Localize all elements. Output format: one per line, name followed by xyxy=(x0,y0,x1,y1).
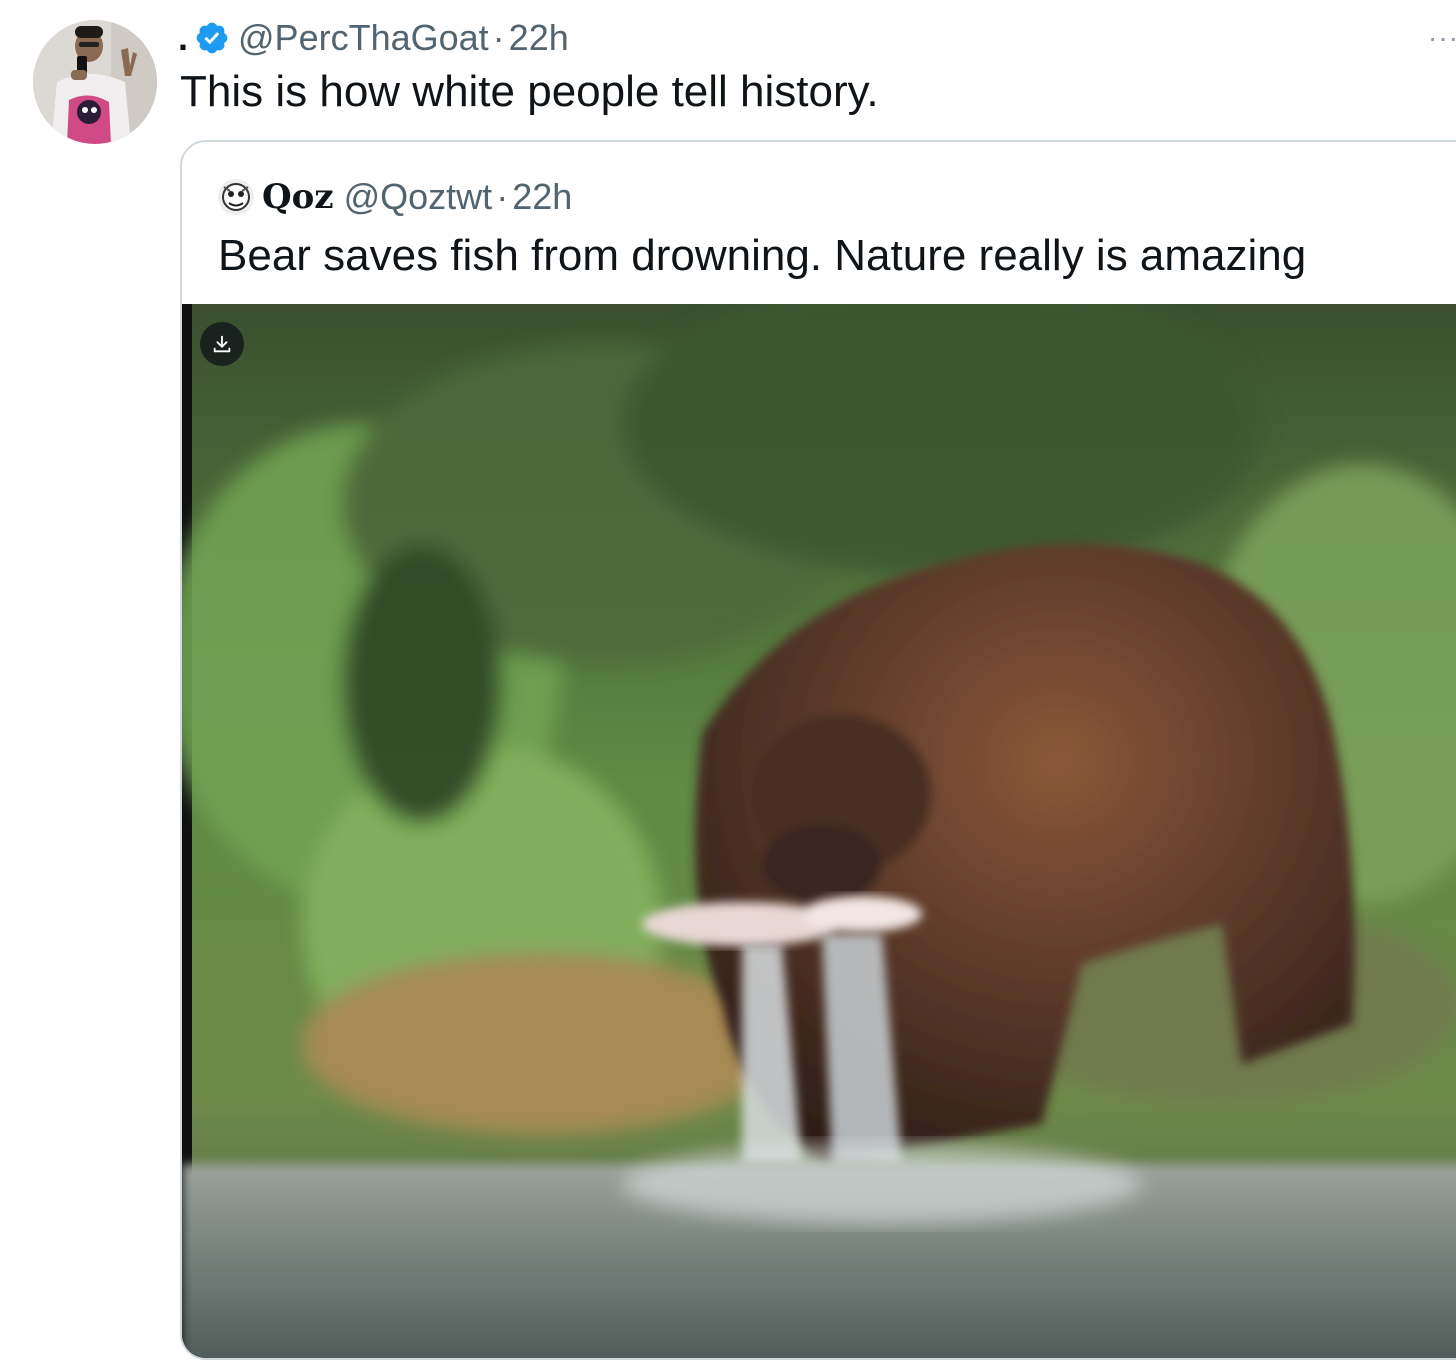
quote-timestamp[interactable]: 22h xyxy=(512,176,572,218)
quote-header: Qoz @Qoztwt · 22h xyxy=(218,174,572,220)
quote-author-display-name[interactable]: Qoz xyxy=(262,177,334,217)
tweet-text: This is how white people tell history. xyxy=(180,67,879,116)
quote-author-avatar[interactable] xyxy=(218,179,254,215)
author-handle[interactable]: @PercThaGoat xyxy=(238,17,489,59)
quote-header-separator: · xyxy=(496,176,509,217)
header-separator: · xyxy=(492,17,505,58)
author-display-name[interactable]: . xyxy=(178,17,188,59)
tweet-header: . @PercThaGoat · 22h xyxy=(178,14,569,62)
video-frame xyxy=(182,304,1456,1358)
quote-video-media[interactable] xyxy=(182,304,1456,1358)
tweet[interactable]: . @PercThaGoat · 22h ··· This is how whi… xyxy=(0,0,1456,1360)
author-avatar[interactable] xyxy=(33,20,157,144)
verified-badge-icon xyxy=(194,20,230,56)
quote-author-handle[interactable]: @Qoztwt xyxy=(344,176,493,218)
tweet-timestamp[interactable]: 22h xyxy=(509,17,569,59)
more-options-icon[interactable]: ··· xyxy=(1428,22,1456,54)
download-icon[interactable] xyxy=(200,322,244,366)
quote-text: Bear saves fish from drowning. Nature re… xyxy=(218,231,1307,280)
quote-tweet-card[interactable]: Qoz @Qoztwt · 22h Bear saves fish from d… xyxy=(180,140,1456,1360)
